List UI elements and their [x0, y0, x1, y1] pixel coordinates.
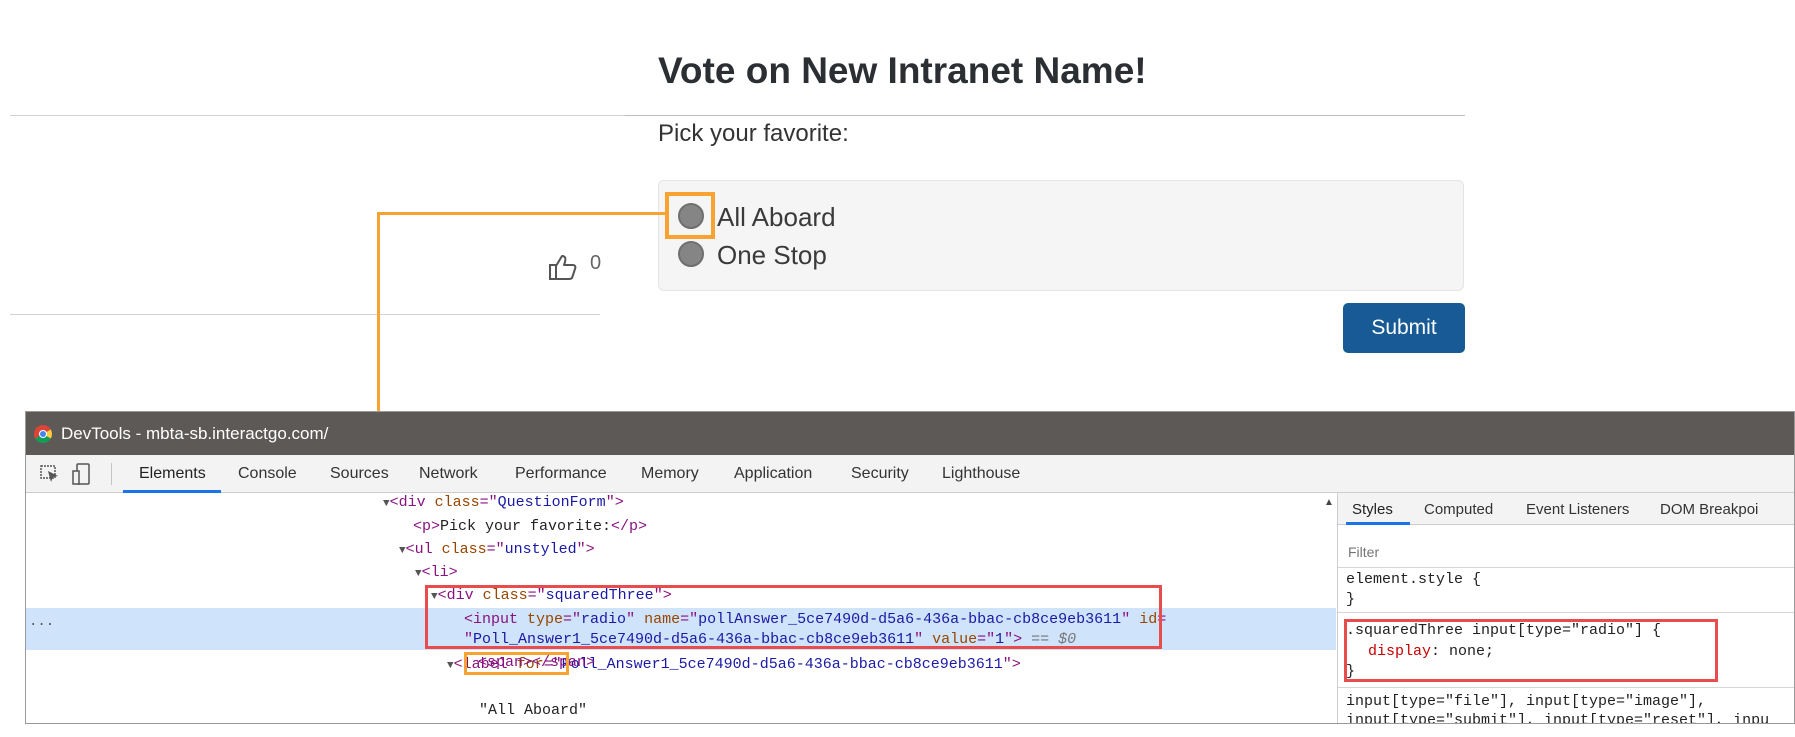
styles-active-indicator	[1346, 522, 1410, 525]
devtools-window: DevTools - mbta-sb.interactgo.com/ Eleme…	[25, 411, 1795, 724]
dom-line-questionform[interactable]: ▼<div class="QuestionForm">	[383, 494, 624, 513]
active-tab-indicator	[123, 490, 221, 493]
css-highlight-box	[1344, 619, 1718, 682]
rule-input-types-line2[interactable]: input[type="submit"], input[type="reset"…	[1346, 712, 1769, 723]
filter-separator	[1338, 567, 1794, 568]
connector-horizontal-top	[377, 212, 667, 215]
styles-tabbar: Styles Computed Event Listeners DOM Brea…	[1338, 493, 1794, 525]
option-label-1[interactable]: All Aboard	[717, 202, 836, 233]
left-divider-top	[10, 115, 625, 116]
span-highlight-box	[464, 652, 569, 675]
tab-event-listeners[interactable]: Event Listeners	[1526, 501, 1629, 518]
expand-triangle-icon[interactable]: ▼	[399, 545, 406, 557]
title-underline	[625, 115, 1465, 116]
dom-line-text-all-aboard[interactable]: "All Aboard"	[479, 702, 587, 720]
rule-element-style-close: }	[1346, 591, 1356, 608]
tab-styles[interactable]: Styles	[1352, 501, 1393, 518]
devtools-titlebar: DevTools - mbta-sb.interactgo.com/	[26, 412, 1794, 455]
inspect-element-icon[interactable]	[40, 465, 60, 483]
tab-network[interactable]: Network	[419, 465, 478, 483]
option-label-2[interactable]: One Stop	[717, 240, 827, 271]
like-count: 0	[590, 252, 602, 274]
devtools-toolbar: Elements Console Sources Network Perform…	[26, 455, 1794, 493]
radio-option-2[interactable]	[678, 241, 704, 267]
scroll-up-arrow-icon[interactable]: ▲	[1324, 497, 1334, 508]
devtools-window-title: DevTools - mbta-sb.interactgo.com/	[61, 424, 329, 443]
submit-button[interactable]: Submit	[1343, 303, 1465, 353]
dom-line-p[interactable]: <p>Pick your favorite:</p>	[413, 518, 647, 536]
poll-options-box	[658, 180, 1464, 291]
tab-console[interactable]: Console	[238, 465, 297, 483]
thumbs-up-icon[interactable]	[548, 253, 578, 281]
left-divider-bottom	[10, 314, 600, 315]
rule-separator-2	[1338, 687, 1794, 688]
dom-highlight-box	[425, 585, 1162, 649]
poll-title: Vote on New Intranet Name!	[658, 50, 1147, 91]
tab-security[interactable]: Security	[851, 465, 909, 483]
tab-application[interactable]: Application	[734, 465, 812, 483]
tab-elements[interactable]: Elements	[139, 465, 206, 483]
panel-divider[interactable]	[1337, 493, 1338, 723]
tab-dom-breakpoints[interactable]: DOM Breakpoi	[1660, 501, 1758, 518]
poll-prompt: Pick your favorite:	[658, 120, 849, 147]
tab-lighthouse[interactable]: Lighthouse	[942, 465, 1020, 483]
expand-triangle-icon[interactable]: ▼	[383, 498, 390, 510]
dom-line-li[interactable]: ▼<li>	[415, 564, 458, 583]
tab-sources[interactable]: Sources	[330, 465, 389, 483]
device-toolbar-icon[interactable]	[72, 463, 90, 485]
tab-performance[interactable]: Performance	[515, 465, 607, 483]
chrome-icon	[34, 425, 52, 443]
rule-input-types-line1[interactable]: input[type="file"], input[type="image"],	[1346, 693, 1706, 711]
toolbar-separator	[111, 463, 112, 485]
radio-highlight-box	[665, 192, 715, 239]
expand-triangle-icon[interactable]: ▼	[415, 568, 422, 580]
styles-filter-input[interactable]	[1346, 540, 1790, 564]
expand-triangle-icon[interactable]: ▼	[447, 660, 454, 672]
rule-separator	[1338, 612, 1794, 613]
rule-element-style[interactable]: element.style {	[1346, 571, 1481, 589]
tab-memory[interactable]: Memory	[641, 465, 699, 483]
more-options-dots[interactable]: ...	[29, 614, 54, 630]
tab-computed[interactable]: Computed	[1424, 501, 1493, 518]
dom-line-ul[interactable]: ▼<ul class="unstyled">	[399, 541, 595, 560]
